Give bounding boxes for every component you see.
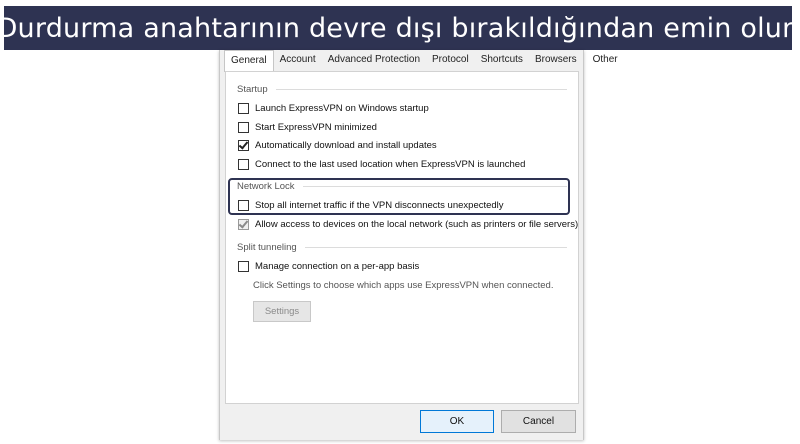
tab-account[interactable]: Account — [274, 50, 322, 70]
startup-title-text: Startup — [237, 84, 268, 95]
per-app-checkbox[interactable] — [238, 261, 249, 272]
tab-protocol[interactable]: Protocol — [426, 50, 475, 70]
allow-local-network-checkbox — [238, 219, 249, 230]
option-connect-last-location[interactable]: Connect to the last used location when E… — [238, 159, 525, 170]
startup-group-title: Startup — [237, 84, 567, 95]
cancel-button[interactable]: Cancel — [501, 410, 576, 433]
banner-caption: Durdurma anahtarının devre dışı bırakıld… — [0, 6, 799, 50]
ok-button[interactable]: OK — [420, 410, 494, 433]
split-tunneling-title-text: Split tunneling — [237, 242, 297, 253]
general-panel: Startup Launch ExpressVPN on Windows sta… — [225, 71, 579, 404]
divider — [275, 89, 567, 90]
option-launch-on-startup[interactable]: Launch ExpressVPN on Windows startup — [238, 103, 429, 114]
split-tunneling-hint: Click Settings to choose which apps use … — [253, 280, 554, 291]
tab-other[interactable]: Other — [583, 50, 624, 70]
auto-update-checkbox[interactable] — [238, 140, 249, 151]
auto-update-label: Automatically download and install updat… — [255, 140, 437, 151]
connect-last-location-checkbox[interactable] — [238, 159, 249, 170]
per-app-label: Manage connection on a per-app basis — [255, 261, 420, 272]
start-minimized-checkbox[interactable] — [238, 122, 249, 133]
split-tunneling-group-title: Split tunneling — [237, 242, 567, 253]
option-allow-local-network: Allow access to devices on the local net… — [238, 219, 578, 230]
launch-on-startup-checkbox[interactable] — [238, 103, 249, 114]
tab-browsers[interactable]: Browsers — [529, 50, 583, 70]
option-start-minimized[interactable]: Start ExpressVPN minimized — [238, 122, 377, 133]
tab-general[interactable]: General — [224, 50, 274, 72]
preferences-dialog: General Account Advanced Protection Prot… — [219, 50, 618, 440]
settings-button: Settings — [253, 301, 311, 322]
launch-on-startup-label: Launch ExpressVPN on Windows startup — [255, 103, 429, 114]
connect-last-location-label: Connect to the last used location when E… — [255, 159, 526, 170]
allow-local-network-label: Allow access to devices on the local net… — [255, 219, 579, 230]
tab-bar: General Account Advanced Protection Prot… — [224, 50, 624, 72]
network-lock-highlight — [228, 178, 570, 215]
start-minimized-label: Start ExpressVPN minimized — [255, 122, 377, 133]
tab-shortcuts[interactable]: Shortcuts — [475, 50, 529, 70]
option-auto-update[interactable]: Automatically download and install updat… — [238, 140, 437, 151]
option-per-app[interactable]: Manage connection on a per-app basis — [238, 261, 419, 272]
divider — [304, 247, 567, 248]
tab-advanced-protection[interactable]: Advanced Protection — [322, 50, 426, 70]
